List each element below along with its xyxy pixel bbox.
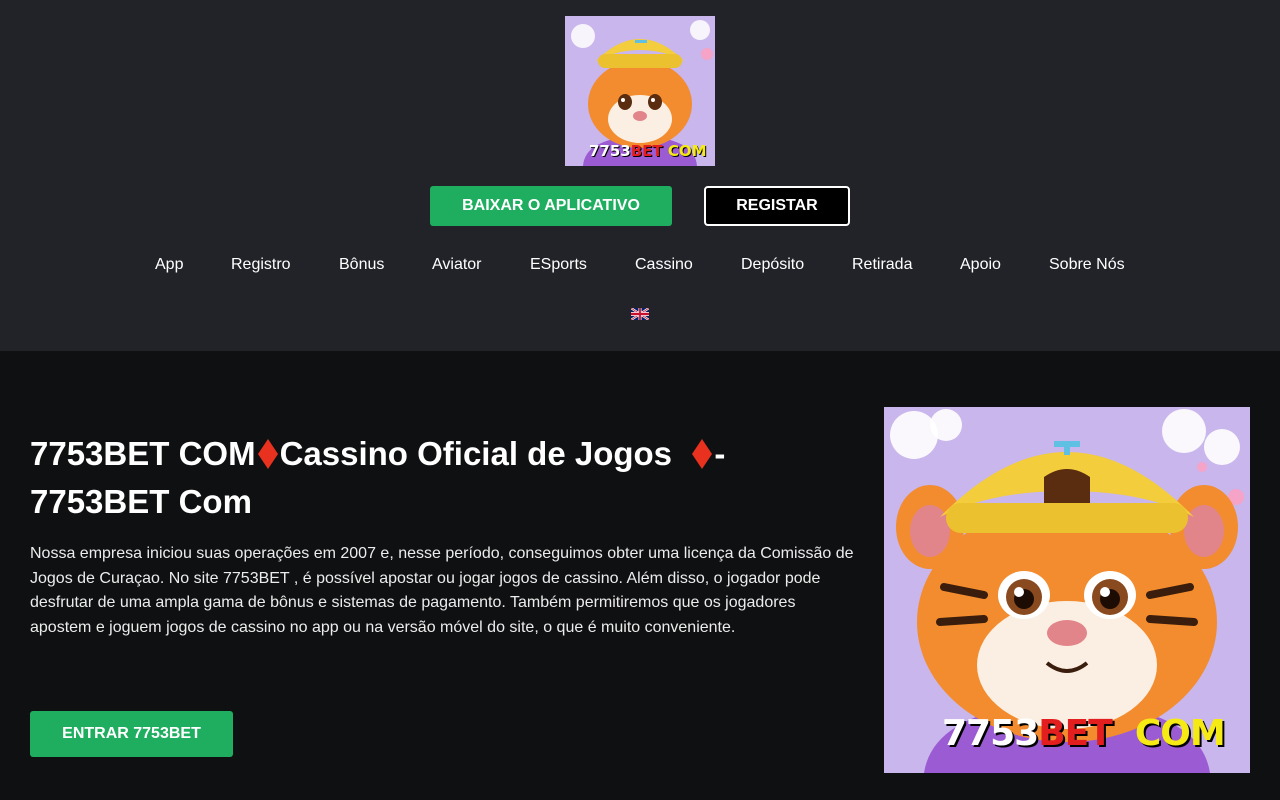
site-header: 7753BET COM BAIXAR O APLICATIVO REGISTAR… [0, 0, 1280, 351]
nav-item-cassino[interactable]: Cassino [635, 256, 693, 274]
nav-item-deposito[interactable]: Depósito [741, 256, 804, 274]
main-nav: App Registro Bônus Aviator ESports Cassi… [0, 256, 1280, 278]
intro-text: Nossa empresa iniciou suas operações em … [30, 545, 854, 636]
nav-item-esports[interactable]: ESports [530, 256, 587, 274]
logo-image[interactable]: 7753BET COM [565, 16, 715, 166]
enter-button[interactable]: ENTRAR 7753BET [30, 711, 233, 757]
red-diamond-icon [692, 439, 713, 469]
hero-wordmark: 7753BET COM [942, 713, 1226, 754]
nav-item-registro[interactable]: Registro [231, 256, 291, 274]
logo-wordmark: 7753BET COM [589, 142, 707, 160]
red-diamond-icon [257, 439, 278, 469]
download-app-button[interactable]: BAIXAR O APLICATIVO [430, 186, 672, 226]
nav-item-apoio[interactable]: Apoio [960, 256, 1001, 274]
nav-item-app[interactable]: App [155, 256, 183, 274]
page-title: 7753BET COM Cassino Oficial de Jogos -775… [30, 435, 726, 520]
uk-flag-icon[interactable] [631, 308, 649, 320]
register-button[interactable]: REGISTAR [704, 186, 850, 226]
nav-item-bonus[interactable]: Bônus [339, 256, 384, 274]
nav-item-aviator[interactable]: Aviator [432, 256, 482, 274]
nav-item-retirada[interactable]: Retirada [852, 256, 912, 274]
hero-image: 7753BET COM [884, 407, 1250, 773]
nav-item-sobre-nos[interactable]: Sobre Nós [1049, 256, 1125, 274]
